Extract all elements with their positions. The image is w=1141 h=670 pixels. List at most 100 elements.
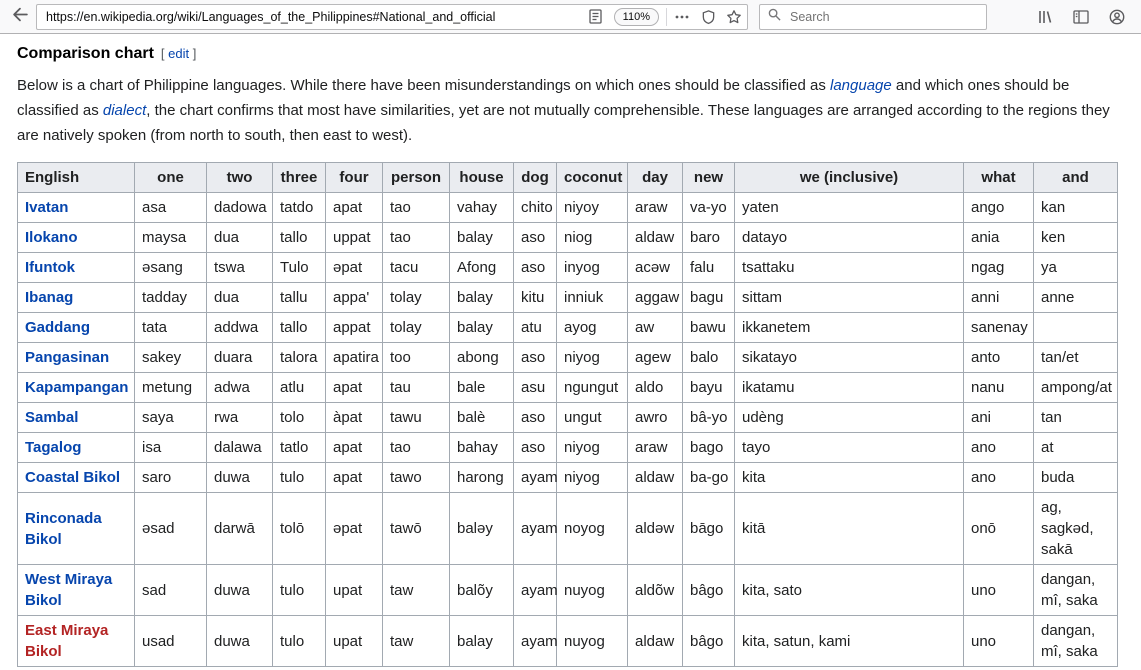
table-cell: tawo [382, 462, 450, 493]
table-body: Ivatan asa dadowa tatdo apat tao vahay chito niy… [17, 192, 1118, 667]
table-cell: tata [134, 312, 207, 343]
language-link[interactable]: Sambal [25, 409, 78, 426]
table-cell: too [382, 342, 450, 373]
table-cell: Afong [449, 252, 514, 283]
table-row: Coastal Bikol saro duwa tulo apat tawo harong a… [17, 462, 1118, 493]
table-row: Ifuntok əsang tswa Tulo əpat tacu Afong aso inyo… [17, 252, 1118, 283]
table-cell: ampong/at [1033, 372, 1118, 403]
table-cell: dua [206, 282, 273, 313]
language-link[interactable]: Kapampangan [25, 379, 128, 396]
table-cell: bâgo [682, 564, 735, 616]
table-cell: talora [272, 342, 326, 373]
back-arrow-icon [12, 6, 29, 28]
back-button[interactable] [6, 4, 34, 30]
language-cell: Ifuntok [17, 252, 135, 283]
library-icon[interactable] [1031, 4, 1059, 30]
column-header: English [17, 162, 135, 193]
table-cell: ayam [513, 564, 558, 616]
table-cell: at [1033, 432, 1118, 463]
table-cell: duara [206, 342, 273, 373]
table-cell: va-yo [682, 192, 735, 223]
table-cell: ania [963, 222, 1034, 253]
shield-icon[interactable] [695, 5, 721, 29]
table-cell: ikkanetem [734, 312, 964, 343]
search-input[interactable] [788, 8, 978, 25]
table-cell: metung [134, 372, 207, 403]
dialect-article-link[interactable]: dialect [103, 102, 146, 119]
column-header: day [627, 162, 683, 193]
table-cell: aldaw [627, 462, 683, 493]
bookmark-star-icon[interactable] [721, 5, 747, 29]
table-row: West Miraya Bikol sad duwa tulo upat taw balõy… [17, 564, 1118, 616]
table-row: Kapampangan metung adwa atlu apat tau bale asu n… [17, 372, 1118, 403]
table-cell: tulo [272, 564, 326, 616]
table-cell: ag, sagkəd, sakā [1033, 492, 1118, 565]
table-cell: bahay [449, 432, 514, 463]
intro-text-1: Below is a chart of Philippine languages… [17, 77, 830, 94]
search-bar[interactable] [759, 3, 987, 30]
column-header: dog [513, 162, 557, 193]
table-cell: əpat [325, 492, 383, 565]
table-cell: buda [1033, 462, 1118, 493]
table-cell: kita [734, 462, 964, 493]
table-cell: bagu [682, 282, 735, 313]
column-header: four [325, 162, 383, 193]
table-cell: ayam [513, 492, 558, 565]
language-cell: East Miraya Bikol [17, 615, 135, 667]
language-cell: Ibanag [17, 282, 135, 313]
column-header: and [1033, 162, 1118, 193]
sidebar-icon[interactable] [1067, 4, 1095, 30]
intro-text-3: , the chart confirms that most have simi… [17, 102, 1110, 144]
reader-mode-icon[interactable] [583, 5, 609, 29]
table-cell: nuyog [556, 615, 628, 667]
table-cell: kitā [734, 492, 964, 565]
edit-link[interactable]: edit [168, 46, 189, 61]
table-cell: maysa [134, 222, 207, 253]
page-actions-icon[interactable] [669, 5, 695, 29]
table-cell: tatlo [272, 432, 326, 463]
table-row: Gaddang tata addwa tallo appat tolay balay atu a… [17, 312, 1118, 343]
table-cell: upat [325, 564, 383, 616]
language-link[interactable]: Rinconada Bikol [25, 510, 102, 548]
table-cell: aldaw [627, 222, 683, 253]
url-bar[interactable]: 110% [36, 3, 748, 30]
table-cell: ken [1033, 222, 1118, 253]
account-icon[interactable] [1103, 4, 1131, 30]
language-cell: Pangasinan [17, 342, 135, 373]
table-cell: niyog [556, 462, 628, 493]
language-link[interactable]: Gaddang [25, 319, 90, 336]
table-cell: taw [382, 564, 450, 616]
table-cell: onō [963, 492, 1034, 565]
table-cell: aso [513, 402, 557, 433]
table-cell: apat [325, 432, 383, 463]
language-link[interactable]: Ilokano [25, 229, 78, 246]
url-input[interactable] [46, 4, 583, 29]
language-link[interactable]: Pangasinan [25, 349, 109, 366]
table-cell: aldəw [627, 492, 683, 565]
table-cell: atu [513, 312, 557, 343]
table-cell: kita, satun, kami [734, 615, 964, 667]
table-cell: bâgo [682, 615, 735, 667]
language-link[interactable]: Ibanag [25, 289, 73, 306]
table-cell: duwa [206, 564, 273, 616]
table-cell: aldo [627, 372, 683, 403]
table-cell: appat [325, 312, 383, 343]
table-cell: atlu [272, 372, 326, 403]
table-cell: aw [627, 312, 683, 343]
table-cell: harong [449, 462, 514, 493]
table-cell: tawu [382, 402, 450, 433]
language-link[interactable]: Ivatan [25, 199, 68, 216]
zoom-indicator[interactable]: 110% [613, 7, 659, 26]
urlbar-actions: 110% [583, 5, 747, 29]
table-cell: sanenay [963, 312, 1034, 343]
table-row: Pangasinan sakey duara talora apatira too abon… [17, 342, 1118, 373]
table-cell: awro [627, 402, 683, 433]
language-link[interactable]: Coastal Bikol [25, 469, 120, 486]
table-cell: addwa [206, 312, 273, 343]
language-link[interactable]: Ifuntok [25, 259, 75, 276]
table-cell: agew [627, 342, 683, 373]
language-link[interactable]: East Miraya Bikol [25, 622, 108, 660]
language-link[interactable]: West Miraya Bikol [25, 571, 112, 609]
language-article-link[interactable]: language [830, 77, 892, 94]
language-link[interactable]: Tagalog [25, 439, 81, 456]
